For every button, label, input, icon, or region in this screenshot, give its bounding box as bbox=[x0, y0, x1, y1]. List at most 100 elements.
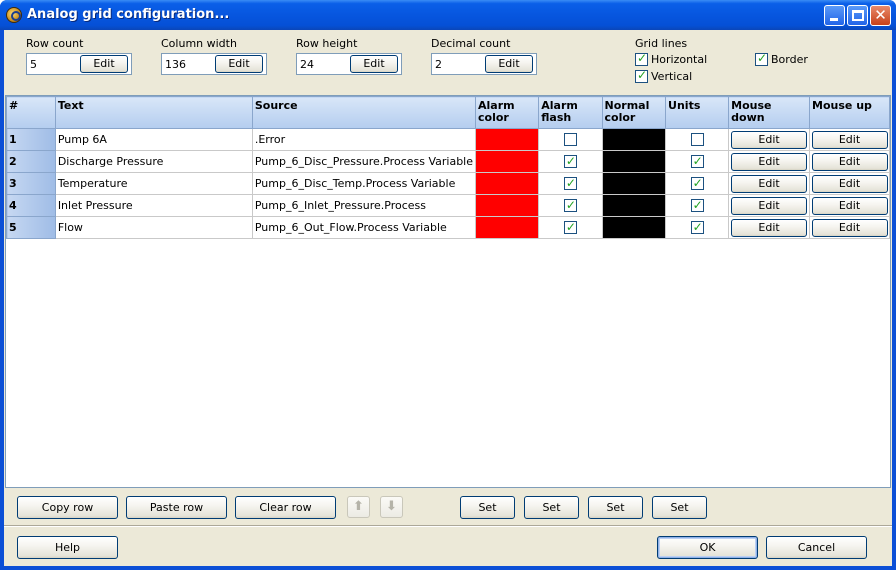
column-header[interactable]: Source bbox=[251, 96, 477, 129]
decimal-count-field: Edit bbox=[431, 53, 537, 75]
title-bar[interactable]: Analog grid configuration... ✕ bbox=[0, 0, 896, 30]
alarm-flash-cell bbox=[538, 172, 603, 195]
border-label: Border bbox=[771, 53, 808, 66]
units-checkbox[interactable] bbox=[690, 176, 704, 190]
column-header[interactable]: Text bbox=[54, 96, 253, 129]
cancel-button[interactable]: Cancel bbox=[766, 536, 867, 559]
mouse-down-edit-button[interactable]: Edit bbox=[731, 152, 808, 171]
units-checkbox[interactable] bbox=[690, 220, 704, 234]
alarm-flash-checkbox[interactable] bbox=[563, 133, 577, 146]
units-checkbox[interactable] bbox=[690, 133, 704, 146]
column-width-edit-button[interactable]: Edit bbox=[215, 55, 263, 73]
row-source-cell[interactable]: .Error bbox=[251, 128, 477, 151]
maximize-button[interactable] bbox=[847, 5, 868, 26]
horizontal-checkbox[interactable] bbox=[635, 52, 648, 66]
row-number[interactable]: 2 bbox=[6, 150, 56, 173]
row-text-cell[interactable]: Pump 6A bbox=[54, 128, 253, 151]
vertical-checkbox[interactable] bbox=[635, 69, 648, 83]
table-row[interactable]: 2 Discharge Pressure Pump_6_Disc_Pressure.… bbox=[6, 150, 890, 173]
border-checkbox-row[interactable]: Border bbox=[755, 52, 808, 67]
normal-color-swatch[interactable] bbox=[601, 150, 667, 173]
set-normal-color-button[interactable]: Set bbox=[588, 496, 643, 519]
border-checkbox[interactable] bbox=[755, 52, 768, 66]
minimize-button[interactable] bbox=[824, 5, 845, 26]
set-units-button[interactable]: Set bbox=[652, 496, 707, 519]
mouse-up-edit-button[interactable]: Edit bbox=[811, 130, 888, 149]
mouse-down-edit-button[interactable]: Edit bbox=[731, 218, 808, 237]
mouse-up-edit-button[interactable]: Edit bbox=[811, 152, 888, 171]
move-row-down-button[interactable]: ⬇ bbox=[380, 496, 403, 518]
alarm-flash-checkbox[interactable] bbox=[563, 176, 577, 190]
units-checkbox[interactable] bbox=[690, 198, 704, 212]
row-count-edit-button[interactable]: Edit bbox=[80, 55, 128, 73]
units-cell bbox=[665, 150, 730, 173]
alarm-color-swatch[interactable] bbox=[475, 194, 540, 217]
horizontal-checkbox-row[interactable]: Horizontal bbox=[635, 52, 707, 67]
decimal-count-edit-button[interactable]: Edit bbox=[485, 55, 533, 73]
row-height-edit-button[interactable]: Edit bbox=[350, 55, 398, 73]
paste-row-button[interactable]: Paste row bbox=[126, 496, 227, 519]
set-alarm-flash-button[interactable]: Set bbox=[524, 496, 579, 519]
row-height-field: Edit bbox=[296, 53, 402, 75]
mouse-down-edit-button[interactable]: Edit bbox=[731, 174, 808, 193]
close-button[interactable]: ✕ bbox=[870, 5, 891, 26]
alarm-color-swatch[interactable] bbox=[475, 172, 540, 195]
normal-color-swatch[interactable] bbox=[601, 172, 667, 195]
column-header[interactable]: Mouse down bbox=[728, 96, 811, 129]
row-source-cell[interactable]: Pump_6_Inlet_Pressure.Process bbox=[251, 194, 477, 217]
units-checkbox[interactable] bbox=[690, 154, 704, 168]
mouse-up-edit-button[interactable]: Edit bbox=[811, 218, 888, 237]
normal-color-swatch[interactable] bbox=[601, 128, 667, 151]
alarm-color-swatch[interactable] bbox=[475, 216, 540, 239]
row-number[interactable]: 4 bbox=[6, 194, 56, 217]
table-row[interactable]: 1 Pump 6A .Error Edit Edit bbox=[6, 128, 890, 151]
help-button[interactable]: Help bbox=[17, 536, 118, 559]
row-source-cell[interactable]: Pump_6_Out_Flow.Process Variable bbox=[251, 216, 477, 239]
config-grid[interactable]: # Text Source Alarm color Alarm flash No… bbox=[5, 95, 891, 488]
vertical-label: Vertical bbox=[651, 70, 693, 83]
column-header[interactable]: # bbox=[6, 96, 56, 129]
mouse-up-edit-button[interactable]: Edit bbox=[811, 196, 888, 215]
app-icon bbox=[6, 7, 22, 23]
row-source-cell[interactable]: Pump_6_Disc_Temp.Process Variable bbox=[251, 172, 477, 195]
row-count-input[interactable] bbox=[30, 57, 76, 71]
decimal-count-input[interactable] bbox=[435, 57, 481, 71]
row-text-cell[interactable]: Flow bbox=[54, 216, 253, 239]
alarm-color-swatch[interactable] bbox=[475, 150, 540, 173]
table-row[interactable]: 3 Temperature Pump_6_Disc_Temp.Process Var… bbox=[6, 172, 890, 195]
row-number[interactable]: 3 bbox=[6, 172, 56, 195]
table-row[interactable]: 4 Inlet Pressure Pump_6_Inlet_Pressure.Pro… bbox=[6, 194, 890, 217]
maximize-icon bbox=[852, 10, 864, 21]
normal-color-swatch[interactable] bbox=[601, 216, 667, 239]
mouse-down-edit-button[interactable]: Edit bbox=[731, 130, 808, 149]
column-header[interactable]: Units bbox=[665, 96, 730, 129]
units-cell bbox=[665, 216, 730, 239]
copy-row-button[interactable]: Copy row bbox=[17, 496, 118, 519]
row-source-cell[interactable]: Pump_6_Disc_Pressure.Process Variable bbox=[251, 150, 477, 173]
column-header[interactable]: Alarm color bbox=[475, 96, 540, 129]
column-header[interactable]: Alarm flash bbox=[538, 96, 603, 129]
column-header[interactable]: Normal color bbox=[601, 96, 667, 129]
row-text-cell[interactable]: Discharge Pressure bbox=[54, 150, 253, 173]
table-row[interactable]: 5FlowPump_6_Out_Flow.Process Variable Edi… bbox=[6, 216, 890, 239]
mouse-down-edit-button[interactable]: Edit bbox=[731, 196, 808, 215]
row-height-input[interactable] bbox=[300, 57, 346, 71]
row-text-cell[interactable]: Temperature bbox=[54, 172, 253, 195]
clear-row-button[interactable]: Clear row bbox=[235, 496, 336, 519]
set-alarm-color-button[interactable]: Set bbox=[460, 496, 515, 519]
normal-color-swatch[interactable] bbox=[601, 194, 667, 217]
mouse-up-cell: Edit bbox=[809, 172, 890, 195]
row-number[interactable]: 1 bbox=[6, 128, 56, 151]
alarm-flash-checkbox[interactable] bbox=[563, 154, 577, 168]
alarm-flash-checkbox[interactable] bbox=[563, 220, 577, 234]
column-header[interactable]: Mouse up bbox=[809, 96, 890, 129]
ok-button[interactable]: OK bbox=[657, 536, 758, 559]
row-text-cell[interactable]: Inlet Pressure bbox=[54, 194, 253, 217]
alarm-color-swatch[interactable] bbox=[475, 128, 540, 151]
alarm-flash-checkbox[interactable] bbox=[563, 198, 577, 212]
row-number[interactable]: 5 bbox=[6, 216, 56, 239]
vertical-checkbox-row[interactable]: Vertical bbox=[635, 69, 693, 84]
move-row-up-button[interactable]: ⬆ bbox=[347, 496, 370, 518]
column-width-input[interactable] bbox=[165, 57, 211, 71]
mouse-up-edit-button[interactable]: Edit bbox=[811, 174, 888, 193]
